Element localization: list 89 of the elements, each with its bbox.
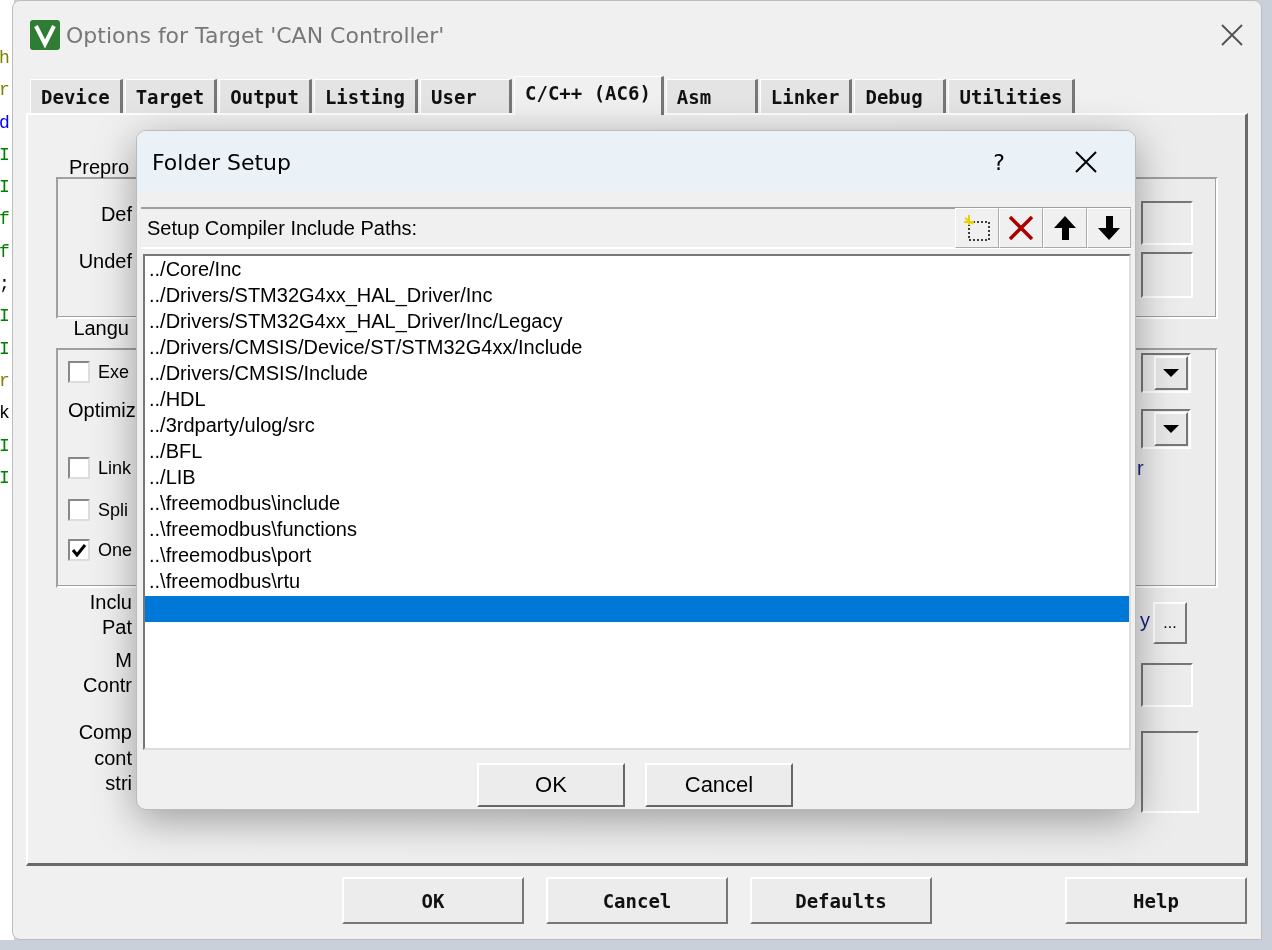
dialog-button[interactable]: OK	[342, 877, 524, 924]
code-character: f	[0, 240, 11, 264]
new-folder-button[interactable]	[955, 208, 999, 248]
code-character: I	[0, 337, 11, 361]
field-label: Contr	[82, 674, 133, 697]
arrow-up-icon	[1053, 215, 1077, 241]
code-character: I	[0, 143, 11, 167]
tab[interactable]: Target	[124, 79, 218, 113]
field-label: M	[114, 649, 133, 672]
tab[interactable]: C/C++ (AC6)	[514, 76, 664, 115]
text-field[interactable]	[1141, 252, 1193, 298]
dialog-button[interactable]: Cancel	[546, 877, 728, 924]
move-up-button[interactable]	[1043, 208, 1087, 248]
list-item[interactable]: ..\freemodbus\include	[145, 492, 1129, 518]
tab[interactable]: Debug	[854, 79, 947, 113]
checkbox[interactable]	[68, 457, 90, 479]
field-label: Undef	[77, 250, 133, 273]
list-item[interactable]: ../Drivers/CMSIS/Include	[145, 362, 1129, 388]
new-item-icon	[963, 214, 991, 242]
list-item[interactable]: ../Drivers/STM32G4xx_HAL_Driver/Inc/Legacy	[145, 310, 1129, 336]
logo-icon	[30, 20, 60, 50]
tab[interactable]: Device	[30, 79, 123, 113]
code-character: d	[0, 111, 11, 135]
tab[interactable]: Utilities	[948, 79, 1076, 113]
field-label: stri	[104, 772, 133, 795]
code-character: f	[0, 208, 11, 232]
list-item[interactable]: ../LIB	[145, 466, 1129, 492]
code-character: h	[0, 47, 11, 70]
text-field[interactable]	[1141, 201, 1193, 245]
checkbox[interactable]	[68, 539, 90, 561]
dropdown-arrow-icon	[1162, 424, 1180, 434]
dialog-button[interactable]: Help	[1065, 877, 1247, 924]
group-label: Prepro	[67, 156, 130, 179]
list-item[interactable]: ..\freemodbus\port	[145, 544, 1129, 570]
help-button[interactable]: ?	[993, 149, 1005, 175]
tab[interactable]: User	[420, 79, 512, 113]
list-item[interactable]: ..\freemodbus\rtu	[145, 570, 1129, 596]
toolbar-label: Setup Compiler Include Paths:	[146, 216, 419, 240]
window-title: Options for Target 'CAN Controller'	[66, 22, 446, 48]
tab[interactable]: Linker	[759, 79, 853, 113]
list-item[interactable]: ../Core/Inc	[145, 258, 1129, 284]
tab[interactable]: Listing	[313, 79, 418, 113]
checkbox-label: Link	[98, 457, 132, 479]
field-label: Inclu	[88, 591, 133, 614]
dialog-button[interactable]: OK	[477, 763, 625, 807]
text-field[interactable]	[1141, 663, 1193, 707]
checkbox-label: One	[98, 539, 133, 561]
delete-icon	[1008, 215, 1034, 241]
close-icon[interactable]	[1075, 151, 1097, 173]
code-character: k	[0, 402, 11, 426]
tab[interactable]: Asm	[665, 79, 758, 113]
checkbox[interactable]	[68, 499, 90, 521]
list-item[interactable]: ..\freemodbus\functions	[145, 518, 1129, 544]
code-character: I	[0, 176, 11, 200]
field-label: Pat	[100, 616, 133, 639]
dropdown-arrow-icon	[1162, 368, 1180, 378]
checkbox-label: Exe	[98, 361, 130, 383]
code-character: I	[0, 466, 11, 490]
field-label: cont	[93, 747, 133, 770]
field-label: Def	[99, 203, 133, 226]
field-label: y	[1140, 609, 1150, 631]
code-character: r	[0, 79, 11, 103]
text-area[interactable]	[1141, 731, 1199, 813]
group-label: Langu	[72, 317, 130, 340]
code-character: ;	[0, 273, 11, 297]
dialog-button[interactable]: Cancel	[645, 763, 793, 807]
field-label: Comp	[77, 721, 133, 744]
dropdown-field[interactable]	[1141, 353, 1191, 393]
arrow-down-icon	[1097, 215, 1121, 241]
code-character: r	[0, 369, 11, 393]
browse-button[interactable]: ...	[1153, 602, 1187, 644]
list-item[interactable]: ../HDL	[145, 388, 1129, 414]
dialog-button[interactable]: Defaults	[750, 877, 932, 924]
list-item[interactable]: ../Drivers/STM32G4xx_HAL_Driver/Inc	[145, 284, 1129, 310]
code-character: I	[0, 434, 11, 458]
code-character: I	[0, 305, 11, 329]
dialog-title: Folder Setup	[152, 149, 292, 175]
tab[interactable]: Output	[219, 79, 312, 113]
close-icon[interactable]	[1221, 24, 1243, 46]
field-label: Optimiz	[67, 399, 137, 421]
delete-button[interactable]	[999, 208, 1043, 248]
checkbox-label: Spli	[98, 499, 128, 521]
list-item[interactable]: ../Drivers/CMSIS/Device/ST/STM32G4xx/Include	[145, 336, 1129, 362]
option-label: r	[1136, 457, 1145, 479]
list-item[interactable]: ../3rdparty/ulog/src	[145, 414, 1129, 440]
move-down-button[interactable]	[1087, 208, 1131, 248]
checkbox[interactable]	[68, 361, 90, 383]
list-item[interactable]: ../BFL	[145, 440, 1129, 466]
dropdown-field[interactable]	[1141, 409, 1191, 449]
